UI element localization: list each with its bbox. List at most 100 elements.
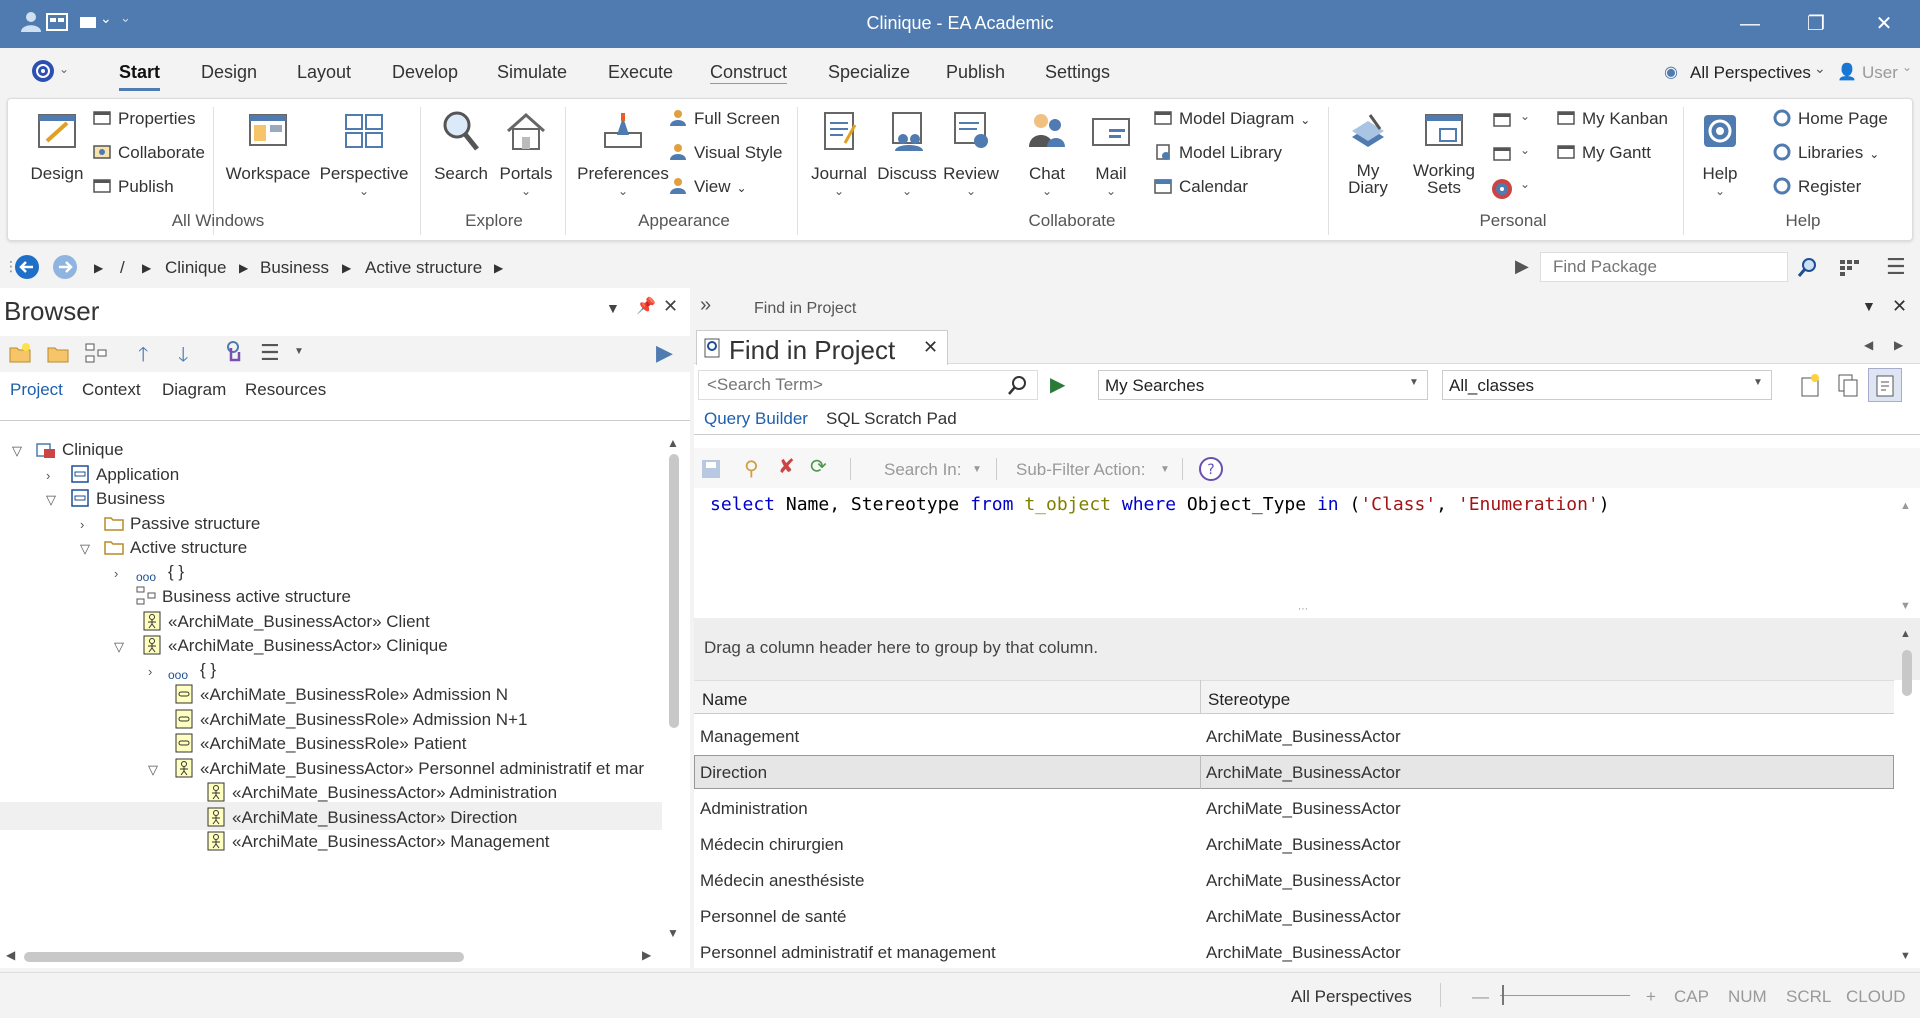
back-icon[interactable]: [14, 254, 40, 280]
scroll-right-icon[interactable]: ▶: [642, 948, 651, 962]
scroll-down-icon[interactable]: ▼: [667, 926, 679, 940]
table-row[interactable]: Médecin chirurgien ArchiMate_BusinessActo…: [694, 826, 1894, 862]
tab-query-builder[interactable]: Query Builder: [704, 409, 808, 429]
column-header-stereotype[interactable]: Stereotype: [1208, 690, 1290, 710]
review-button[interactable]: Review ⌄: [936, 107, 1006, 198]
breadcrumb-item-clinique[interactable]: Clinique: [165, 258, 226, 278]
tab-specialize[interactable]: Specialize: [828, 62, 910, 83]
zoom-out-button[interactable]: —: [1472, 987, 1489, 1007]
search-icon[interactable]: [1006, 374, 1030, 398]
zoom-slider-track[interactable]: [1500, 995, 1630, 996]
table-row[interactable]: Management ArchiMate_BusinessActor: [694, 718, 1894, 754]
chevron-down-icon[interactable]: ▽: [12, 443, 22, 459]
close-tab-button[interactable]: ✕: [923, 337, 938, 358]
close-window-button[interactable]: ✕: [1854, 9, 1914, 39]
tab-find-in-project[interactable]: Find in Project ✕: [696, 330, 948, 365]
hamburger-menu-icon[interactable]: ☰: [1886, 254, 1906, 280]
grid-icon[interactable]: [1838, 258, 1862, 278]
table-row[interactable]: Médecin anesthésiste ArchiMate_BusinessAc…: [694, 862, 1894, 898]
tree-item[interactable]: «ArchiMate_BusinessRole» Admission N: [174, 684, 508, 712]
tab-scroll-left-icon[interactable]: ◀: [1864, 338, 1873, 352]
my-gantt-button[interactable]: My Gantt: [1556, 143, 1651, 163]
dropdown-icon[interactable]: ▼: [1862, 298, 1876, 314]
move-up-icon[interactable]: 🡑: [138, 340, 148, 374]
breadcrumb-arrow-icon[interactable]: ▶: [239, 261, 248, 275]
chevron-down-icon[interactable]: ⌄: [1902, 60, 1912, 74]
column-header-name[interactable]: Name: [702, 690, 747, 710]
breadcrumb-item-active-structure[interactable]: Active structure: [365, 258, 482, 278]
vertical-scrollbar-thumb[interactable]: [1902, 650, 1912, 696]
breadcrumb-arrow-icon[interactable]: ▶: [94, 261, 103, 275]
preferences-button[interactable]: Preferences ⌄: [570, 107, 676, 198]
splitter-handle[interactable]: ⋯: [1298, 604, 1308, 615]
breadcrumb-root[interactable]: /: [120, 258, 125, 278]
search-icon[interactable]: [1796, 256, 1820, 280]
model-library-button[interactable]: Model Library: [1153, 143, 1282, 163]
scroll-down-icon[interactable]: ▼: [1900, 600, 1911, 612]
scroll-down-icon[interactable]: ▼: [1900, 950, 1911, 962]
sql-editor[interactable]: select Name, Stereotype from t_object wh…: [710, 494, 1610, 515]
edit-search-button[interactable]: [1868, 368, 1902, 402]
minimize-button[interactable]: —: [1720, 9, 1780, 39]
tree-item[interactable]: «ArchiMate_BusinessActor» Management: [206, 831, 550, 859]
play-icon[interactable]: ▶: [1515, 256, 1529, 277]
visual-style-button[interactable]: Visual Style: [668, 143, 783, 163]
calendar-button[interactable]: Calendar: [1153, 177, 1248, 197]
tree-item[interactable]: Active structure: [104, 537, 247, 565]
close-panel-button[interactable]: ✕: [663, 296, 678, 317]
vertical-scrollbar-thumb[interactable]: [669, 454, 679, 728]
tab-execute[interactable]: Execute: [608, 62, 673, 83]
tab-start[interactable]: Start: [119, 62, 161, 91]
hamburger-menu-icon[interactable]: ☰: [260, 340, 280, 366]
view-button[interactable]: View ⌄: [668, 177, 747, 197]
dropdown-icon[interactable]: ▼: [606, 300, 620, 316]
chevron-right-icon[interactable]: ›: [114, 566, 118, 581]
tab-layout[interactable]: Layout: [297, 62, 351, 83]
forward-icon[interactable]: [52, 254, 78, 280]
find-package-input[interactable]: [1540, 252, 1788, 282]
collaborate-button[interactable]: Collaborate: [92, 143, 205, 163]
model-diagram-button[interactable]: Model Diagram ⌄: [1153, 109, 1310, 129]
help-button[interactable]: Help ⌄: [1692, 107, 1748, 198]
folder-icon[interactable]: [46, 342, 70, 364]
table-row[interactable]: Direction ArchiMate_BusinessActor: [694, 754, 1894, 790]
tab-develop[interactable]: Develop: [392, 62, 458, 83]
tree-item[interactable]: «ArchiMate_BusinessActor» Clinique: [142, 635, 448, 663]
scroll-up-icon[interactable]: ▲: [1900, 500, 1911, 512]
search-button[interactable]: Search: [426, 107, 496, 184]
filter-add-icon[interactable]: ⚲: [744, 456, 759, 481]
table-row[interactable]: Administration ArchiMate_BusinessActor: [694, 790, 1894, 826]
copy-search-icon[interactable]: [1836, 372, 1860, 398]
settings-icon[interactable]: [1490, 177, 1514, 201]
tab-simulate[interactable]: Simulate: [497, 62, 567, 83]
workspace-button[interactable]: Workspace: [222, 107, 314, 184]
new-package-icon[interactable]: [8, 342, 32, 364]
tree-item[interactable]: Business: [70, 488, 165, 516]
pin-icon[interactable]: 📌: [636, 296, 656, 316]
tree-item[interactable]: Clinique: [36, 439, 123, 467]
breadcrumb-arrow-icon[interactable]: ▶: [342, 261, 351, 275]
status-perspectives[interactable]: All Perspectives: [1291, 987, 1412, 1007]
tree-item[interactable]: «ArchiMate_BusinessRole» Patient: [174, 733, 466, 761]
search-in-dropdown[interactable]: Search In:: [884, 460, 962, 480]
move-down-icon[interactable]: 🡓: [178, 340, 188, 374]
dropdown-icon[interactable]: ▼: [294, 346, 304, 357]
breadcrumb-arrow-icon[interactable]: ▶: [142, 261, 151, 275]
chevron-down-icon[interactable]: ⌄: [59, 62, 69, 76]
sub-filter-action-dropdown[interactable]: Sub-Filter Action:: [1016, 460, 1145, 480]
restore-button[interactable]: ❐: [1786, 9, 1846, 39]
help-icon[interactable]: ?: [1198, 456, 1224, 482]
filter-remove-icon[interactable]: ✘: [778, 454, 795, 479]
table-row[interactable]: Personnel administratif et management Arc…: [694, 934, 1894, 970]
tab-diagram[interactable]: Diagram: [162, 380, 226, 400]
table-row[interactable]: Personnel de santé ArchiMate_BusinessActo…: [694, 898, 1894, 934]
tab-resources[interactable]: Resources: [245, 380, 326, 400]
chevron-down-icon[interactable]: ⌄: [1520, 177, 1530, 191]
tab-context[interactable]: Context: [82, 380, 141, 400]
full-screen-button[interactable]: Full Screen: [668, 109, 780, 129]
tree-item[interactable]: Business active structure: [136, 586, 351, 614]
register-button[interactable]: Register: [1772, 177, 1861, 197]
chevron-down-icon[interactable]: ▽: [80, 541, 90, 557]
touch-icon[interactable]: [222, 340, 244, 366]
breadcrumb-arrow-icon[interactable]: ▶: [494, 261, 503, 275]
